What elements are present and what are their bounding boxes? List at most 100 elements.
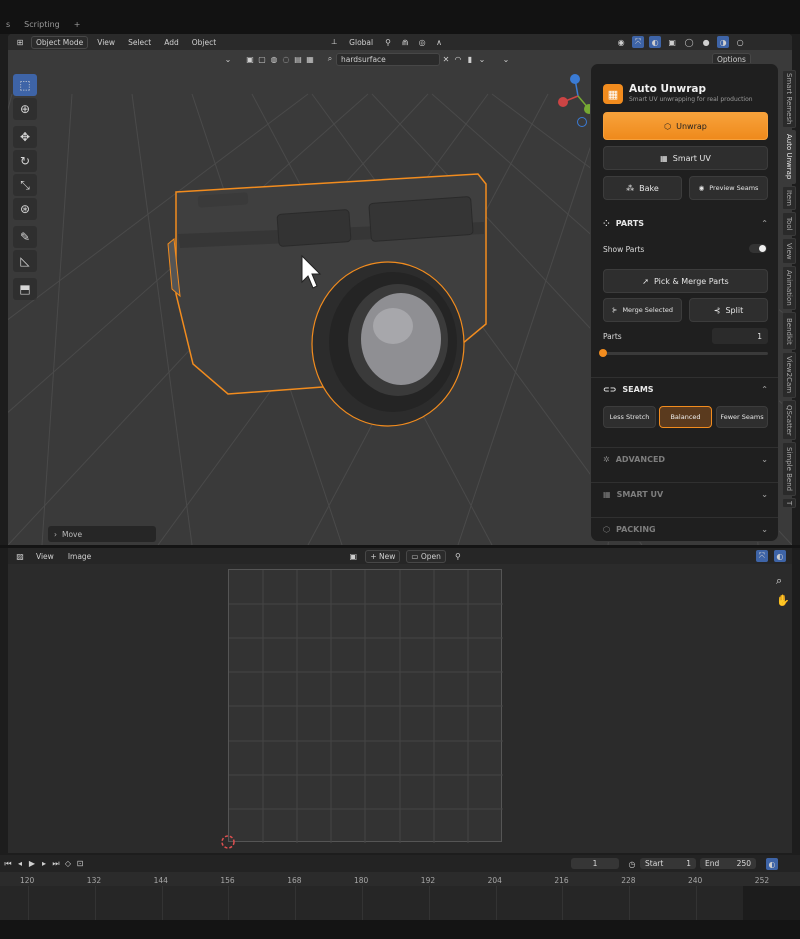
keyframe-icon[interactable]: ◇ [62, 858, 74, 870]
chevron-down-icon[interactable]: ⌄ [476, 53, 488, 65]
xray-icon[interactable]: ▣ [666, 36, 678, 48]
overlay-icon[interactable]: ◐ [649, 36, 662, 48]
annotate-tool-icon[interactable]: ✎ [13, 226, 37, 248]
packing-section-header[interactable]: ⬡ PACKING ⌄ [591, 517, 778, 541]
uv-menu-view[interactable]: View [32, 551, 58, 562]
start-frame-field[interactable]: Start 1 [640, 858, 696, 869]
jump-end-icon[interactable]: ⏭ [50, 858, 62, 870]
gizmo-toggle-icon[interactable]: ⤧ [632, 36, 645, 48]
sidebar-tab-smart-remesh[interactable]: Smart Remesh [782, 70, 796, 128]
keying-icon[interactable]: ⊡ [74, 858, 86, 870]
editor-type-icon[interactable]: ▨ [14, 550, 26, 562]
menu-add[interactable]: Add [160, 37, 183, 48]
dropdown-chevron-icon[interactable]: ⌄ [222, 53, 234, 65]
hand-pan-icon[interactable]: ✋ [776, 594, 790, 607]
sidebar-tab-qscatter[interactable]: QScatter [782, 400, 796, 440]
split-button[interactable]: ⊰ Split [689, 298, 768, 322]
shading-solid-icon[interactable]: ● [700, 36, 712, 48]
chevron-down-icon-2[interactable]: ⌄ [500, 53, 512, 65]
prev-key-icon[interactable]: ◂ [14, 858, 26, 870]
filter-icon[interactable]: ▣ [244, 53, 256, 65]
current-frame-field[interactable]: 1 [571, 858, 619, 869]
clear-search-icon[interactable]: ✕ [440, 53, 452, 65]
seam-option-less-stretch[interactable]: Less Stretch [603, 406, 656, 428]
pick-merge-parts-button[interactable]: ➚ Pick & Merge Parts [603, 269, 768, 293]
timeline-overlay-icon[interactable]: ◐ [766, 858, 778, 870]
uv-menu-image[interactable]: Image [64, 551, 96, 562]
end-frame-field[interactable]: End 250 [700, 858, 756, 869]
smart-uv-button[interactable]: ▦ Smart UV [603, 146, 768, 170]
image-browse-icon[interactable]: ▣ [347, 550, 359, 562]
menu-object[interactable]: Object [188, 37, 220, 48]
search-input[interactable]: hardsurface [336, 52, 440, 66]
new-image-button[interactable]: + New [365, 549, 401, 563]
workspace-tab-scripting[interactable]: Scripting [20, 20, 64, 29]
transform-tool-icon[interactable]: ⊛ [13, 198, 37, 220]
parts-slider-track[interactable] [603, 352, 768, 355]
scale-tool-icon[interactable]: ⤡ [13, 174, 37, 196]
parts-count-field[interactable]: 1 [712, 328, 768, 344]
parts-slider-knob[interactable] [599, 349, 607, 357]
bookmark-icon[interactable]: ▮ [464, 53, 476, 65]
sidebar-tab-tool[interactable]: Tool [782, 212, 796, 236]
menu-view[interactable]: View [93, 37, 119, 48]
timeline[interactable]: 120 132 144 156 168 180 192 204 216 228 240 252 [0, 872, 800, 920]
sidebar-tab-auto-unwrap[interactable]: Auto Unwrap [782, 130, 796, 184]
workspace-tab-partial[interactable]: s [2, 20, 14, 29]
select-box-tool-icon[interactable]: ⬚ [13, 74, 37, 96]
filter-icon-6[interactable]: ▦ [304, 53, 316, 65]
add-workspace-button[interactable]: + [70, 20, 85, 29]
visibility-icon[interactable]: ◉ [615, 36, 627, 48]
smart-uv-section-header[interactable]: ▦ SMART UV ⌄ [591, 482, 778, 506]
add-cube-tool-icon[interactable]: ⬒ [13, 278, 37, 300]
shading-material-icon[interactable]: ◑ [717, 36, 730, 48]
next-key-icon[interactable]: ▸ [38, 858, 50, 870]
move-tool-icon[interactable]: ✥ [13, 126, 37, 148]
measure-tool-icon[interactable]: ◺ [13, 250, 37, 272]
sync-icon[interactable]: ◠ [452, 53, 464, 65]
filter-icon-3[interactable]: ◍ [268, 53, 280, 65]
sidebar-tab-bendkit[interactable]: Bendkit [782, 312, 796, 350]
clock-icon[interactable]: ◷ [626, 858, 638, 870]
last-operator-panel[interactable]: › Move [48, 526, 156, 542]
shading-rendered-icon[interactable]: ○ [734, 36, 746, 48]
seam-option-fewer-seams[interactable]: Fewer Seams [716, 406, 768, 428]
sidebar-tab-item[interactable]: Item [782, 186, 796, 210]
unwrap-button[interactable]: ⬡ Unwrap [603, 112, 768, 140]
sidebar-tab-simple-bend[interactable]: Simple Bend [782, 442, 796, 496]
filter-icon-2[interactable]: ▢ [256, 53, 268, 65]
rotate-tool-icon[interactable]: ↻ [13, 150, 37, 172]
proportional-edit-icon[interactable]: ◎ [416, 36, 428, 48]
falloff-icon[interactable]: ∧ [433, 36, 445, 48]
seam-option-balanced[interactable]: Balanced [659, 406, 712, 428]
frame-ruler[interactable] [0, 872, 800, 886]
cursor-tool-icon[interactable]: ⊕ [13, 98, 37, 120]
advanced-section-header[interactable]: ✲ ADVANCED ⌄ [591, 447, 778, 471]
play-icon[interactable]: ▶ [26, 858, 38, 870]
pin-icon[interactable]: ⚲ [452, 550, 464, 562]
zoom-icon[interactable]: ⌕ [776, 574, 782, 588]
sidebar-tab-view2cam[interactable]: View2Cam [782, 352, 796, 398]
parts-section-header[interactable]: ⁘ PARTS ⌃ [591, 211, 778, 235]
jump-start-icon[interactable]: ⏮ [2, 858, 14, 870]
mode-dropdown[interactable]: Object Mode [31, 35, 89, 49]
gizmo-toggle-icon[interactable]: ⤧ [755, 550, 768, 562]
pivot-icon[interactable]: ⚲ [382, 36, 394, 48]
preview-seams-button[interactable]: ◉ Preview Seams [689, 176, 768, 200]
filter-icon-5[interactable]: ▤ [292, 53, 304, 65]
2d-cursor-icon[interactable] [220, 834, 236, 850]
snap-icon[interactable]: ⋒ [399, 36, 411, 48]
show-parts-toggle[interactable] [749, 244, 767, 253]
open-image-button[interactable]: ▭ Open [406, 549, 446, 563]
shading-wire-icon[interactable]: ◯ [683, 36, 695, 48]
seams-section-header[interactable]: ⊂⊃ SEAMS ⌃ [591, 377, 778, 401]
menu-select[interactable]: Select [124, 37, 155, 48]
overlay-icon[interactable]: ◐ [773, 550, 786, 562]
filter-icon-4[interactable]: ◌ [280, 53, 292, 65]
sidebar-tab-view[interactable]: View [782, 238, 796, 264]
orientation-dropdown[interactable]: Global [345, 37, 377, 48]
merge-selected-button[interactable]: ⊱ Merge Selected [603, 298, 682, 322]
sidebar-tab-more[interactable]: T [782, 498, 796, 508]
editor-type-icon[interactable]: ⊞ [14, 36, 26, 48]
bake-button[interactable]: ⁂ Bake [603, 176, 682, 200]
